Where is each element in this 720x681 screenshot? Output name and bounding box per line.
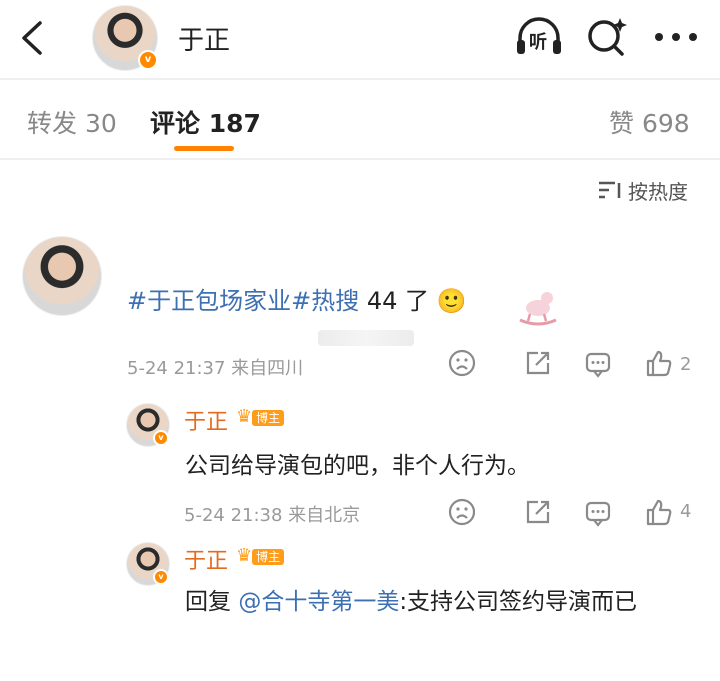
blogger-badge-label: 博主 bbox=[252, 549, 285, 565]
reply-username[interactable]: 于正 bbox=[184, 543, 228, 575]
share-icon[interactable] bbox=[524, 349, 552, 377]
redacted-area bbox=[318, 330, 414, 346]
crown-icon: ♛ bbox=[236, 545, 253, 566]
comment-avatar[interactable] bbox=[22, 236, 102, 316]
tab-active-underline bbox=[174, 146, 234, 151]
verified-badge-icon: v bbox=[153, 569, 169, 585]
sort-lines-icon bbox=[599, 181, 621, 199]
comment-text-rest: 44 了 bbox=[359, 287, 430, 315]
thumbs-up-icon[interactable] bbox=[646, 498, 672, 526]
rocking-horse-sticker-icon bbox=[516, 284, 560, 328]
sort-button[interactable]: 按热度 bbox=[598, 176, 708, 204]
sort-label: 按热度 bbox=[628, 180, 688, 204]
listen-button[interactable]: 听 bbox=[514, 14, 564, 60]
mention-link[interactable]: @合十寺第一美 bbox=[238, 589, 399, 615]
reply-body: :支持公司签约导演而已 bbox=[399, 589, 638, 615]
listen-label: 听 bbox=[529, 32, 547, 53]
blogger-badge: ♛ 博主 bbox=[236, 406, 285, 427]
like-count: 4 bbox=[680, 501, 692, 522]
chevron-left-icon[interactable] bbox=[18, 20, 46, 56]
search-sparkle-icon[interactable] bbox=[585, 14, 629, 58]
top-bar: v 于正 听 bbox=[0, 0, 720, 78]
smile-emoji-icon: 🙂 bbox=[436, 287, 467, 315]
header-divider bbox=[0, 78, 720, 80]
tab-likes[interactable]: 赞 698 bbox=[609, 104, 690, 140]
comment-meta: 5-24 21:37 来自四川 bbox=[127, 358, 304, 379]
reply-text: 公司给导演包的吧，非个人行为。 bbox=[185, 453, 530, 479]
frown-face-icon[interactable] bbox=[448, 498, 476, 526]
blogger-badge-label: 博主 bbox=[252, 410, 285, 426]
verified-badge-icon: v bbox=[153, 430, 169, 446]
reply-username[interactable]: 于正 bbox=[184, 404, 228, 436]
frown-face-icon[interactable] bbox=[448, 349, 476, 377]
like-count: 2 bbox=[680, 354, 692, 375]
comment-bubble-icon[interactable] bbox=[584, 350, 612, 378]
crown-icon: ♛ bbox=[236, 406, 253, 427]
blogger-badge: ♛ 博主 bbox=[236, 545, 285, 566]
header-username[interactable]: 于正 bbox=[178, 20, 230, 57]
reply-meta: 5-24 21:38 来自北京 bbox=[184, 505, 361, 526]
share-icon[interactable] bbox=[524, 498, 552, 526]
more-dots-icon[interactable] bbox=[654, 32, 698, 42]
thumbs-up-icon[interactable] bbox=[646, 349, 672, 377]
tabs-divider bbox=[0, 158, 720, 160]
tab-repost[interactable]: 转发 30 bbox=[27, 104, 117, 140]
verified-badge-icon: v bbox=[138, 50, 158, 70]
reply-text: 回复 @合十寺第一美:支持公司签约导演而已 bbox=[185, 584, 685, 620]
comment-bubble-icon[interactable] bbox=[584, 499, 612, 527]
tab-comments[interactable]: 评论 187 bbox=[150, 104, 261, 140]
comment-text: #于正包场家业#热搜 44 了 🙂 bbox=[127, 281, 467, 316]
reply-prefix: 回复 bbox=[185, 589, 239, 615]
topic-hashtag[interactable]: #于正包场家业#热搜 bbox=[127, 287, 359, 315]
